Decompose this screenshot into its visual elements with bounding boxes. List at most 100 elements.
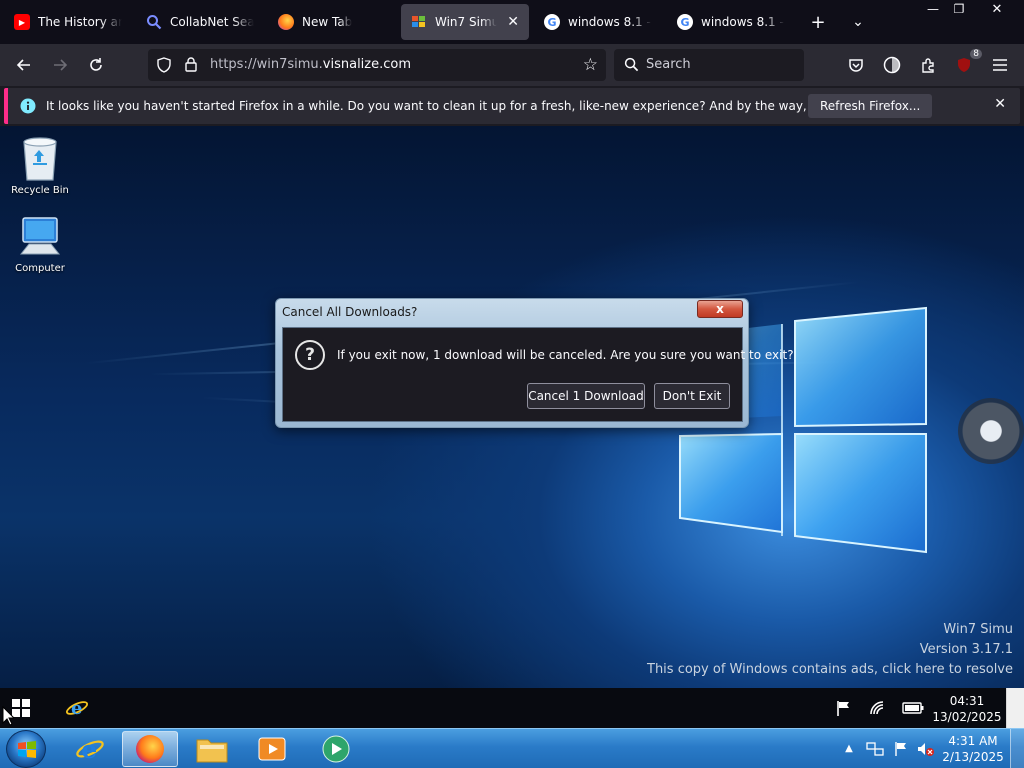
internet-explorer-icon: e bbox=[65, 698, 89, 719]
new-tab-button[interactable]: + bbox=[806, 10, 830, 34]
host-clock[interactable]: 4:31 AM 2/13/2025 bbox=[938, 733, 1008, 765]
search-bar[interactable]: Search bbox=[614, 49, 804, 81]
dialog-title: Cancel All Downloads? bbox=[282, 305, 418, 319]
firefox-icon bbox=[278, 14, 294, 30]
internet-explorer-icon: e bbox=[76, 735, 104, 764]
ublock-icon[interactable]: 8 bbox=[952, 49, 982, 77]
menu-icon[interactable] bbox=[988, 53, 1012, 77]
folder-icon bbox=[196, 739, 228, 763]
tab-title: windows 8.1 - G bbox=[701, 15, 785, 29]
extensions-icon[interactable] bbox=[916, 53, 940, 77]
search-icon bbox=[624, 57, 639, 76]
account-icon[interactable] bbox=[880, 53, 904, 77]
search-icon bbox=[146, 14, 162, 30]
dialog-message: If you exit now, 1 download will be canc… bbox=[337, 348, 794, 362]
taskbar-media-player-button[interactable] bbox=[244, 731, 300, 767]
cancel-download-button[interactable]: Cancel 1 Download bbox=[527, 383, 645, 409]
url-domain: visnalize.com bbox=[322, 57, 412, 72]
touch-cursor-indicator bbox=[958, 398, 1024, 464]
svg-text:e: e bbox=[81, 735, 97, 764]
computer-label: Computer bbox=[15, 263, 65, 274]
watermark-line-1: Win7 Simu bbox=[943, 622, 1013, 637]
network-icon[interactable] bbox=[866, 698, 890, 718]
host-time: 4:31 AM bbox=[948, 734, 998, 748]
tab-title: New Tab bbox=[302, 15, 353, 29]
taskbar-explorer-button[interactable] bbox=[184, 731, 240, 767]
restore-icon[interactable]: ❐ bbox=[946, 0, 972, 18]
recycle-bin-label: Recycle Bin bbox=[11, 185, 69, 196]
extension-badge: 8 bbox=[970, 49, 982, 59]
google-icon: G bbox=[677, 14, 693, 30]
internet-explorer-button[interactable]: e bbox=[62, 694, 92, 722]
tab-new-tab[interactable]: New Tab bbox=[268, 4, 396, 40]
watermark-line-3[interactable]: This copy of Windows contains ads, click… bbox=[647, 662, 1013, 677]
tab-win7-simu[interactable]: Win7 Simu | A ✕ bbox=[401, 4, 529, 40]
youtube-icon: ▶ bbox=[14, 14, 30, 30]
windows-flag-icon bbox=[18, 741, 36, 758]
close-tab-icon[interactable]: ✕ bbox=[507, 14, 519, 30]
start-orb[interactable] bbox=[6, 730, 46, 768]
recycle-bin-icon bbox=[23, 137, 57, 181]
volume-muted-icon[interactable] bbox=[914, 739, 936, 759]
cancel-downloads-dialog: Cancel All Downloads? x ? If you exit no… bbox=[275, 298, 794, 428]
list-tabs-button[interactable]: ⌄ bbox=[846, 10, 870, 34]
action-center-flag-icon[interactable] bbox=[832, 698, 856, 718]
page-scrollbar[interactable] bbox=[1006, 688, 1024, 728]
pocket-icon[interactable] bbox=[844, 53, 868, 77]
dont-exit-button[interactable]: Don't Exit bbox=[654, 383, 730, 409]
tab-history[interactable]: ▶ The History and bbox=[4, 4, 132, 40]
watermark-line-2: Version 3.17.1 bbox=[919, 642, 1013, 657]
simulated-clock[interactable]: 04:31 13/02/2025 bbox=[928, 693, 1006, 725]
shield-icon[interactable] bbox=[156, 57, 172, 77]
computer-icon bbox=[19, 217, 61, 255]
google-icon: G bbox=[544, 14, 560, 30]
simulated-date: 13/02/2025 bbox=[932, 710, 1002, 724]
window-close-icon[interactable]: ✕ bbox=[984, 0, 1010, 18]
tab-strip: ▶ The History and CollabNet SearX New Ta… bbox=[0, 0, 1024, 44]
taskbar-app-button[interactable] bbox=[308, 731, 364, 767]
show-desktop-button[interactable] bbox=[1010, 729, 1024, 768]
taskbar-firefox-button[interactable] bbox=[122, 731, 178, 767]
firefox-icon bbox=[136, 735, 164, 763]
url-prefix: https://win7simu. bbox=[210, 57, 323, 72]
question-icon: ? bbox=[295, 340, 325, 370]
bookmark-star-icon[interactable]: ☆ bbox=[583, 55, 598, 75]
firefox-refresh-notification: It looks like you haven't started Firefo… bbox=[4, 88, 1020, 124]
minimize-icon[interactable]: — bbox=[920, 0, 946, 18]
back-button[interactable] bbox=[12, 53, 36, 77]
taskbar-ie-button[interactable]: e bbox=[62, 731, 118, 767]
search-placeholder: Search bbox=[646, 57, 691, 72]
reload-button[interactable] bbox=[84, 53, 108, 77]
media-player-icon bbox=[258, 737, 286, 761]
show-hidden-icons-button[interactable]: ▲ bbox=[842, 741, 856, 755]
tab-collabnet[interactable]: CollabNet SearX bbox=[136, 4, 264, 40]
notification-message: It looks like you haven't started Firefo… bbox=[46, 99, 902, 113]
simulated-time: 04:31 bbox=[949, 694, 985, 708]
tab-title: CollabNet SearX bbox=[170, 15, 254, 29]
network-tray-icon[interactable] bbox=[864, 739, 886, 759]
action-center-tray-icon[interactable] bbox=[890, 739, 912, 759]
url-bar[interactable]: https://win7simu.visnalize.com ☆ bbox=[148, 49, 606, 81]
battery-icon[interactable] bbox=[900, 698, 926, 718]
dialog-close-button[interactable]: x bbox=[697, 300, 743, 318]
svg-text:e: e bbox=[71, 698, 82, 719]
tab-google-2[interactable]: G windows 8.1 - G bbox=[667, 4, 795, 40]
media-center-icon bbox=[322, 735, 350, 763]
navigation-toolbar: https://win7simu.visnalize.com ☆ Search … bbox=[0, 44, 1024, 86]
mouse-pointer-icon bbox=[2, 706, 14, 726]
url-text[interactable]: https://win7simu.visnalize.com bbox=[210, 57, 411, 72]
tab-title: Win7 Simu | A bbox=[435, 15, 498, 29]
simulated-taskbar: e 04:31 13/02/2025 bbox=[0, 688, 1006, 728]
close-notification-icon[interactable]: ✕ bbox=[994, 96, 1006, 112]
tab-google-1[interactable]: G windows 8.1 - G bbox=[534, 4, 662, 40]
host-date: 2/13/2025 bbox=[942, 750, 1004, 764]
desktop-icon-recycle-bin[interactable]: Recycle Bin bbox=[0, 134, 80, 196]
tab-title: windows 8.1 - G bbox=[568, 15, 652, 29]
refresh-firefox-button[interactable]: Refresh Firefox... bbox=[808, 94, 933, 118]
win7-favicon bbox=[411, 14, 427, 30]
lock-icon[interactable] bbox=[184, 56, 198, 76]
desktop-icon-computer[interactable]: Computer bbox=[0, 216, 80, 274]
tab-title: The History and bbox=[38, 15, 122, 29]
info-icon bbox=[20, 98, 36, 118]
forward-button[interactable] bbox=[48, 53, 72, 77]
